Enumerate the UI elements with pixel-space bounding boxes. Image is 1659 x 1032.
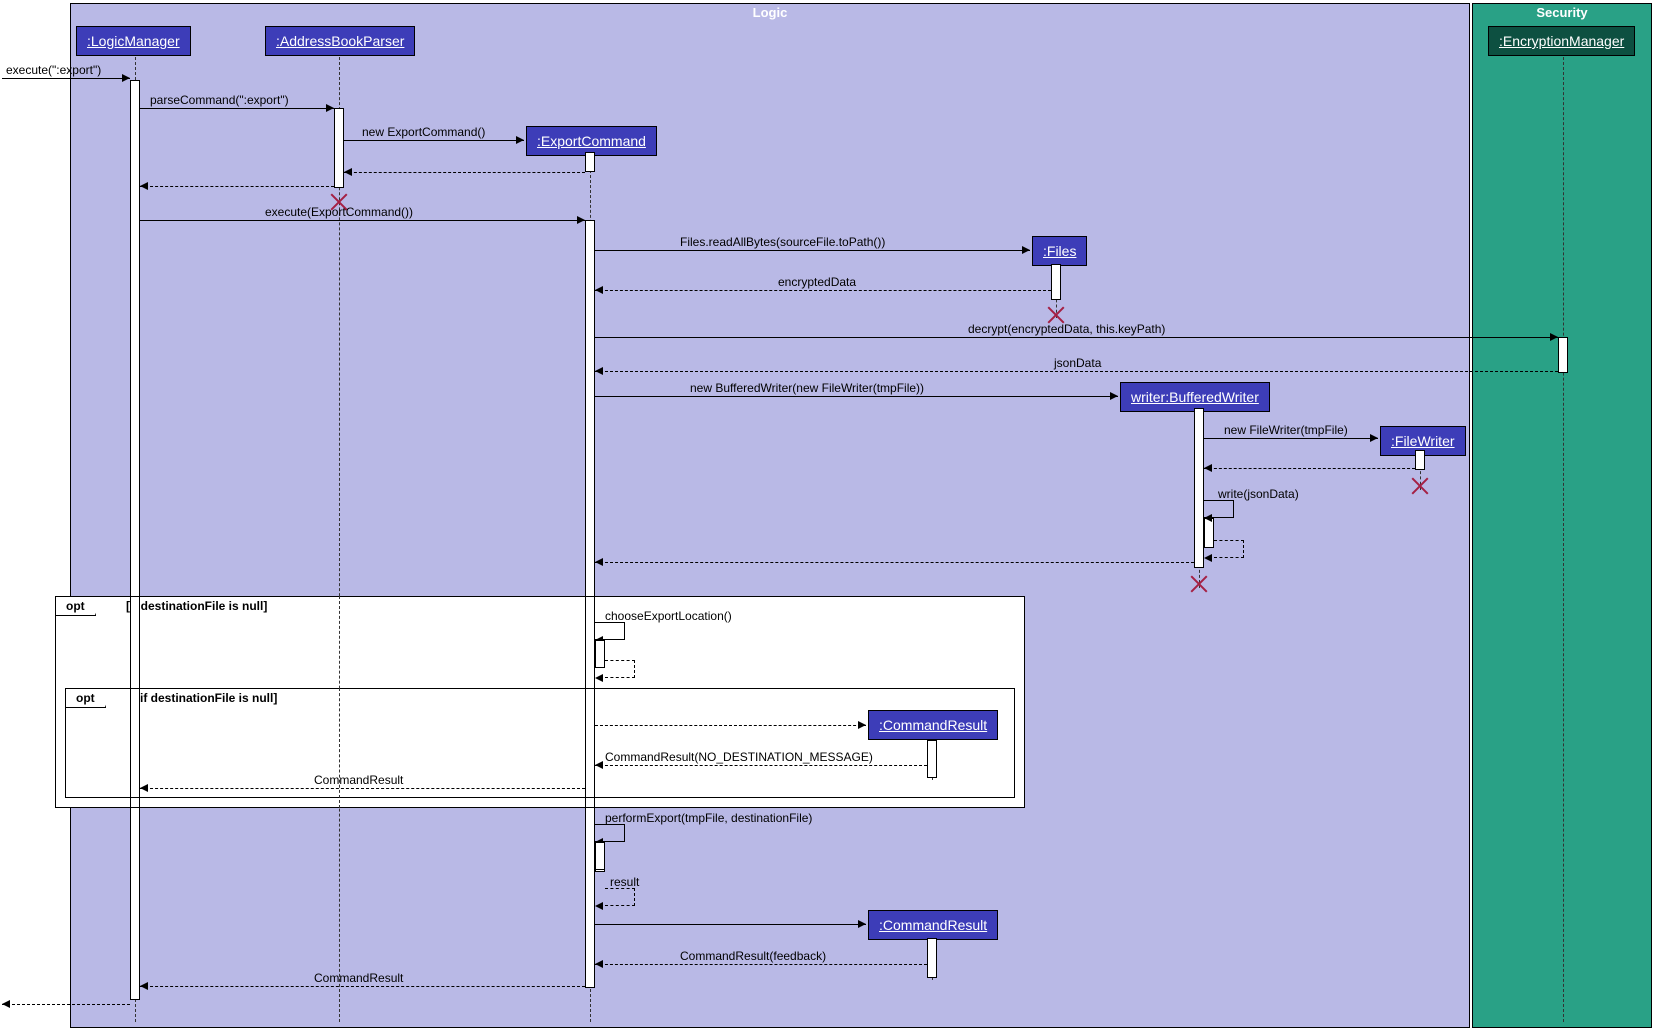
- logic-header: Logic: [70, 5, 1470, 20]
- sequence-diagram: Logic Security :LogicManager :AddressBoo…: [0, 0, 1659, 1032]
- activation-bw-write: [1204, 518, 1214, 548]
- security-header: Security: [1472, 5, 1652, 20]
- msg-cr1: CommandResult: [314, 773, 403, 787]
- msg-cr-nodest: CommandResult(NO_DESTINATION_MESSAGE): [605, 750, 873, 764]
- msg-parse: parseCommand(":export"): [150, 93, 289, 107]
- opt-guard-inner: [if destinationFile is null]: [136, 691, 277, 705]
- activation-abp: [334, 108, 344, 188]
- activation-bw: [1194, 408, 1204, 568]
- logic-box: [70, 3, 1470, 1028]
- participant-files: :Files: [1032, 236, 1087, 266]
- msg-encdata: encryptedData: [778, 275, 856, 289]
- activation-cr2: [927, 938, 937, 978]
- msg-cr-feedback: CommandResult(feedback): [680, 949, 826, 963]
- msg-result: result: [610, 875, 639, 889]
- opt-tag-inner: opt: [66, 689, 106, 708]
- participant-logicmanager: :LogicManager: [76, 26, 191, 56]
- msg-cr2: CommandResult: [314, 971, 403, 985]
- msg-newfw: new FileWriter(tmpFile): [1224, 423, 1348, 437]
- activation-ec-head: [585, 152, 595, 172]
- destroy-bw: [1190, 575, 1208, 593]
- msg-execcmd: execute(ExportCommand()): [265, 205, 413, 219]
- destroy-fw: [1411, 477, 1429, 495]
- activation-em: [1558, 337, 1568, 373]
- lifeline-encryptionmanager: [1563, 52, 1564, 1022]
- participant-addressbookparser: :AddressBookParser: [265, 26, 415, 56]
- participant-commandresult1b: :CommandResult: [868, 710, 998, 740]
- msg-choose: chooseExportLocation(): [605, 609, 732, 623]
- opt-tag: opt: [56, 597, 96, 616]
- opt-inner: opt [if destinationFile is null]: [65, 688, 1015, 798]
- msg-jsondata: jsonData: [1054, 356, 1101, 370]
- msg-newbw: new BufferedWriter(new FileWriter(tmpFil…: [690, 381, 924, 395]
- activation-files: [1051, 264, 1061, 300]
- msg-write: write(jsonData): [1218, 487, 1299, 501]
- msg-readbytes: Files.readAllBytes(sourceFile.toPath()): [680, 235, 885, 249]
- msg-decrypt: decrypt(encryptedData, this.keyPath): [968, 322, 1165, 336]
- security-box: [1472, 3, 1652, 1028]
- participant-encryptionmanager: :EncryptionManager: [1488, 26, 1635, 56]
- msg-perform: performExport(tmpFile, destinationFile): [605, 811, 812, 825]
- opt-guard-outer: [if destinationFile is null]: [126, 599, 267, 613]
- msg-execute: execute(":export"): [6, 63, 101, 77]
- participant-commandresult2: :CommandResult: [868, 910, 998, 940]
- msg-newexport: new ExportCommand(): [362, 125, 485, 139]
- activation-lm: [130, 80, 140, 1000]
- activation-fw: [1415, 450, 1425, 470]
